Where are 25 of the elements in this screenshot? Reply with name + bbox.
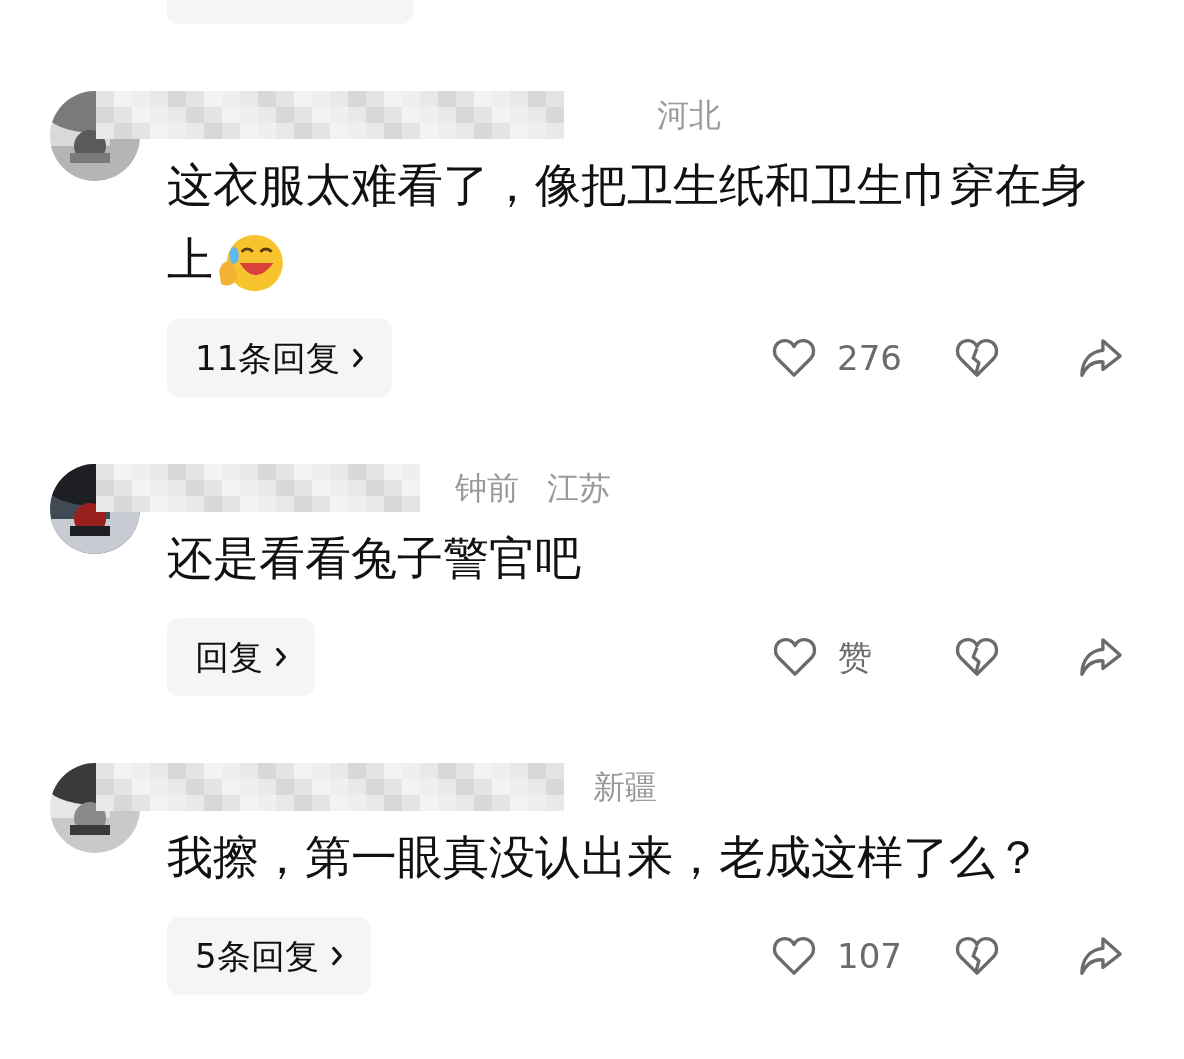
comment-time: 钟前 bbox=[455, 468, 519, 509]
broken-heart-icon[interactable] bbox=[954, 337, 1000, 379]
heart-icon[interactable] bbox=[772, 636, 818, 678]
chevron-icon bbox=[352, 347, 365, 369]
reply-button[interactable]: 回复 bbox=[167, 618, 315, 696]
reply-button[interactable]: 11条回复 bbox=[167, 319, 393, 397]
share-icon[interactable] bbox=[1078, 935, 1124, 977]
comment-text: 我擦，第一眼真没认出来，老成这样了么？ bbox=[167, 829, 1042, 886]
comment-location: 新疆 bbox=[593, 767, 657, 808]
broken-heart-icon[interactable] bbox=[954, 636, 1000, 678]
share-icon[interactable] bbox=[1078, 636, 1124, 678]
chevron-icon bbox=[330, 945, 343, 967]
chevron-icon bbox=[275, 646, 287, 668]
heart-icon[interactable] bbox=[771, 337, 818, 379]
like-count: 107 bbox=[837, 934, 902, 978]
broken-heart-icon[interactable] bbox=[954, 935, 1000, 977]
comment-location: 江苏 bbox=[547, 468, 611, 509]
comment-text: 这衣服太难看了，像把卫生纸和卫生巾穿在身上 bbox=[167, 148, 1124, 296]
share-icon[interactable] bbox=[1078, 337, 1124, 379]
reply-button[interactable]: 5条回复 bbox=[167, 917, 371, 995]
like-count: 276 bbox=[837, 336, 902, 380]
like-count: 赞 bbox=[838, 635, 873, 679]
comment-location: 河北 bbox=[657, 95, 721, 136]
heart-icon[interactable] bbox=[771, 935, 818, 977]
comment-text: 还是看看兔子警官吧 bbox=[167, 530, 582, 587]
